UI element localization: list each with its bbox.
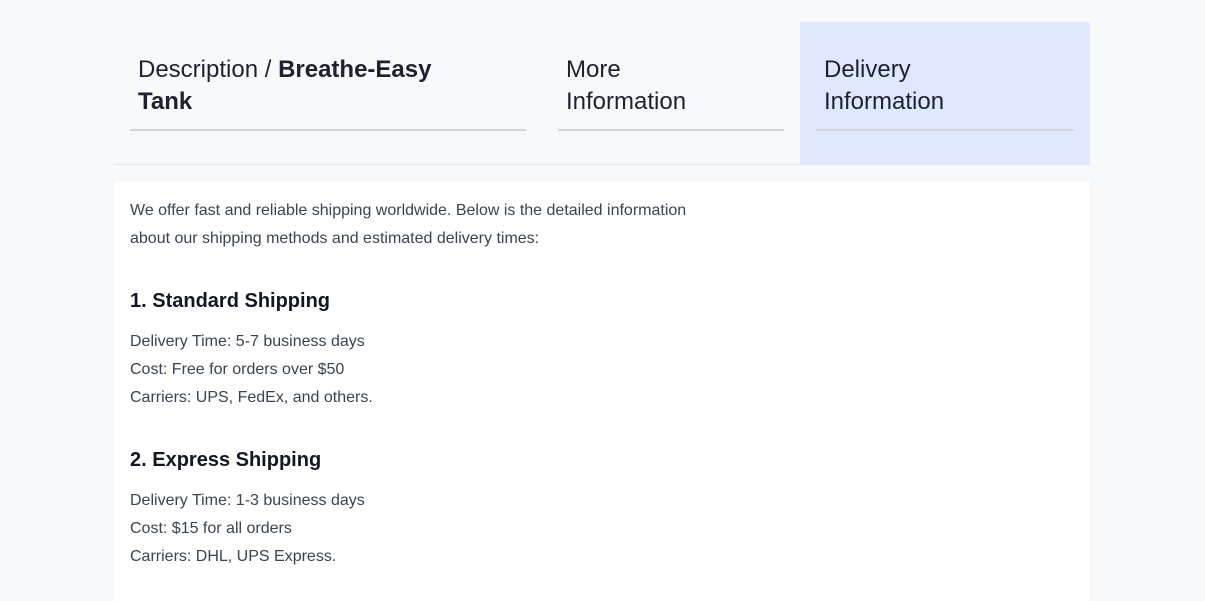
section-title-express: 2. Express Shipping	[130, 449, 322, 471]
detail-line: Cost: Free for orders over $50	[130, 361, 345, 378]
tab-more-information[interactable]: More Information	[542, 22, 800, 164]
tab-description-prefix: Description /	[138, 56, 279, 83]
standard-shipping-details: Delivery Time: 5-7 business days Cost: F…	[130, 328, 710, 412]
tab-description[interactable]: Description / Breathe-Easy Tank	[114, 22, 542, 164]
delivery-intro: We offer fast and reliable shipping worl…	[130, 202, 687, 247]
tab-description-label: Description / Breathe-Easy Tank	[138, 54, 468, 118]
tab-delivery-information-label: Delivery Information	[824, 56, 945, 115]
delivery-panel: We offer fast and reliable shipping worl…	[114, 181, 1090, 601]
express-shipping-details: Delivery Time: 1-3 business days Cost: $…	[130, 487, 710, 571]
tab-more-information-label: More Information	[566, 56, 687, 115]
detail-line: Delivery Time: 5-7 business days	[130, 333, 365, 350]
delivery-content: We offer fast and reliable shipping worl…	[130, 197, 710, 571]
section-title-standard: 1. Standard Shipping	[130, 290, 331, 312]
detail-line: Delivery Time: 1-3 business days	[130, 492, 365, 509]
tab-bar: Description / Breathe-Easy Tank More Inf…	[114, 22, 1090, 165]
detail-line: Carriers: UPS, FedEx, and others.	[130, 389, 373, 406]
detail-line: Cost: $15 for all orders	[130, 520, 292, 537]
detail-line: Carriers: DHL, UPS Express.	[130, 548, 337, 565]
tab-delivery-information[interactable]: Delivery Information	[800, 22, 1090, 164]
product-details: Description / Breathe-Easy Tank More Inf…	[114, 22, 1090, 601]
